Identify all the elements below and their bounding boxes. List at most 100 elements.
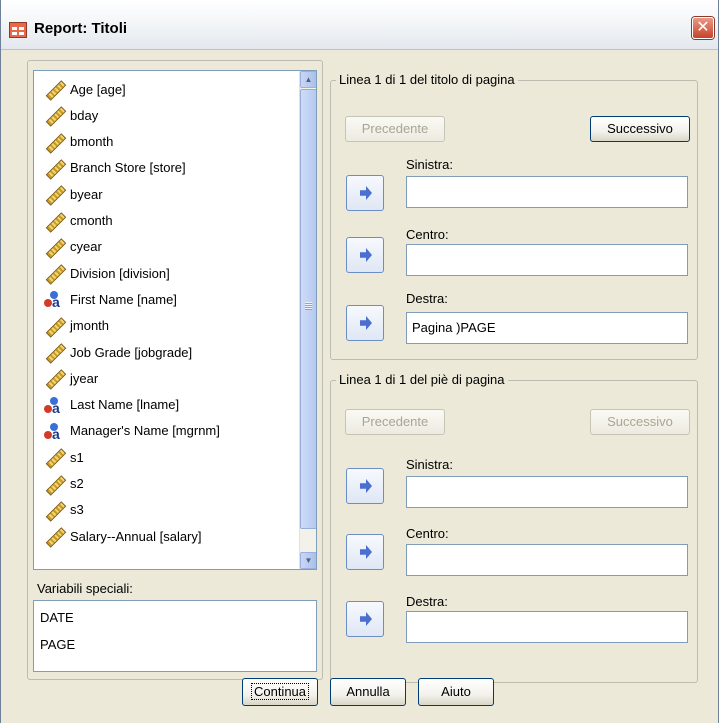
list-item-label: Age [age] bbox=[70, 81, 126, 97]
list-item-label: bmonth bbox=[70, 134, 114, 150]
list-item-label: Manager's Name [mgrnm] bbox=[70, 423, 220, 439]
arrow-right-icon bbox=[360, 248, 372, 262]
ruler-icon bbox=[44, 238, 64, 256]
title-center-field[interactable] bbox=[406, 244, 688, 276]
title-left-label: Sinistra: bbox=[406, 157, 453, 172]
continue-button[interactable]: Continua bbox=[242, 678, 318, 706]
nominal-icon bbox=[44, 396, 64, 416]
spss-table-icon bbox=[9, 22, 27, 38]
title-left-move-button[interactable] bbox=[346, 175, 384, 211]
footer-center-field[interactable] bbox=[406, 544, 688, 576]
dialog-window: Report: Titoli ✕ Age [age] bday bmonth Bran… bbox=[0, 0, 719, 723]
list-item[interactable]: s1 bbox=[44, 445, 294, 469]
list-item[interactable]: Salary--Annual [salary] bbox=[44, 524, 294, 548]
special-variables-list[interactable]: DATE PAGE bbox=[33, 600, 317, 672]
list-item[interactable]: First Name [name] bbox=[44, 287, 294, 311]
variable-list-scrollbar[interactable]: ▲ ▼ bbox=[299, 71, 316, 569]
title-bar[interactable]: Report: Titoli ✕ bbox=[1, 0, 718, 50]
title-next-button[interactable]: Successivo bbox=[590, 116, 690, 142]
list-item[interactable]: byear bbox=[44, 182, 294, 206]
footer-left-move-button[interactable] bbox=[346, 468, 384, 504]
list-item[interactable]: Division [division] bbox=[44, 261, 294, 285]
arrow-right-icon bbox=[360, 545, 372, 559]
title-center-move-button[interactable] bbox=[346, 237, 384, 273]
ruler-icon bbox=[44, 159, 64, 177]
footer-right-move-button[interactable] bbox=[346, 601, 384, 637]
ruler-icon bbox=[44, 448, 64, 466]
page-title-group-label: Linea 1 di 1 del titolo di pagina bbox=[336, 72, 518, 87]
list-item-label: jyear bbox=[70, 370, 99, 386]
ruler-icon bbox=[44, 501, 64, 519]
list-item-label: First Name [name] bbox=[70, 291, 177, 307]
list-item-label: cyear bbox=[70, 239, 102, 255]
footer-center-move-button[interactable] bbox=[346, 534, 384, 570]
list-item[interactable]: DATE bbox=[40, 610, 74, 625]
footer-group-label: Linea 1 di 1 del piè di pagina bbox=[336, 372, 508, 387]
list-item[interactable]: Manager's Name [mgrnm] bbox=[44, 419, 294, 443]
scroll-up-button[interactable]: ▲ bbox=[300, 71, 316, 88]
ruler-icon bbox=[44, 212, 64, 230]
window-title: Report: Titoli bbox=[34, 20, 128, 37]
list-item[interactable]: PAGE bbox=[40, 637, 75, 652]
list-item-label: s2 bbox=[70, 476, 84, 491]
arrow-right-icon bbox=[360, 186, 372, 200]
list-item[interactable]: bday bbox=[44, 103, 294, 127]
footer-next-button[interactable]: Successivo bbox=[590, 409, 690, 435]
ruler-icon bbox=[44, 80, 64, 98]
title-previous-button[interactable]: Precedente bbox=[345, 116, 445, 142]
title-right-field[interactable]: Pagina )PAGE bbox=[406, 312, 688, 344]
list-item[interactable]: Age [age] bbox=[44, 77, 294, 101]
list-item-label: Branch Store [store] bbox=[70, 160, 186, 176]
footer-previous-button[interactable]: Precedente bbox=[345, 409, 445, 435]
list-item-label: Last Name [lname] bbox=[70, 397, 180, 413]
help-button[interactable]: Aiuto bbox=[418, 678, 494, 706]
ruler-icon bbox=[44, 369, 64, 387]
scroll-down-button[interactable]: ▼ bbox=[300, 552, 316, 569]
list-item[interactable]: Last Name [lname] bbox=[44, 393, 294, 417]
nominal-icon bbox=[44, 422, 64, 442]
footer-left-field[interactable] bbox=[406, 476, 688, 508]
footer-left-label: Sinistra: bbox=[406, 457, 453, 472]
arrow-right-icon bbox=[360, 316, 372, 330]
list-item[interactable]: Branch Store [store] bbox=[44, 156, 294, 180]
ruler-icon bbox=[44, 343, 64, 361]
list-item[interactable]: cyear bbox=[44, 235, 294, 259]
footer-center-label: Centro: bbox=[406, 526, 449, 541]
list-item[interactable]: Job Grade [jobgrade] bbox=[44, 340, 294, 364]
footer-right-label: Destra: bbox=[406, 594, 448, 609]
list-item-label: s1 bbox=[70, 449, 84, 465]
special-variables-label: Variabili speciali: bbox=[37, 581, 133, 596]
footer-right-field[interactable] bbox=[406, 611, 688, 643]
ruler-icon bbox=[44, 264, 64, 282]
list-item[interactable]: jyear bbox=[44, 366, 294, 390]
ruler-icon bbox=[44, 527, 64, 545]
list-item[interactable]: s2 bbox=[44, 472, 294, 496]
close-button[interactable]: ✕ bbox=[692, 17, 714, 39]
title-right-move-button[interactable] bbox=[346, 305, 384, 341]
variable-list[interactable]: Age [age] bday bmonth Branch Store [store] b… bbox=[33, 70, 317, 570]
ruler-icon bbox=[44, 475, 64, 493]
title-left-field[interactable] bbox=[406, 176, 688, 208]
list-item-label: Salary--Annual [salary] bbox=[70, 528, 202, 544]
arrow-right-icon bbox=[360, 612, 372, 626]
list-item-label: jmonth bbox=[70, 318, 110, 334]
list-item-label: bday bbox=[70, 107, 99, 123]
nominal-icon bbox=[44, 290, 64, 310]
ruler-icon bbox=[44, 317, 64, 335]
scroll-thumb[interactable] bbox=[300, 89, 316, 529]
list-item[interactable]: cmonth bbox=[44, 209, 294, 233]
title-right-label: Destra: bbox=[406, 291, 448, 306]
list-item-label: Job Grade [jobgrade] bbox=[70, 344, 193, 360]
list-item-label: cmonth bbox=[70, 213, 113, 228]
ruler-icon bbox=[44, 185, 64, 203]
list-item[interactable]: s3 bbox=[44, 498, 294, 522]
arrow-right-icon bbox=[360, 479, 372, 493]
ruler-icon bbox=[44, 133, 64, 151]
list-item[interactable]: bmonth bbox=[44, 130, 294, 154]
cancel-button[interactable]: Annulla bbox=[330, 678, 406, 706]
list-item-label: s3 bbox=[70, 502, 84, 518]
title-center-label: Centro: bbox=[406, 227, 449, 242]
list-item-label: byear bbox=[70, 186, 103, 202]
list-item[interactable]: jmonth bbox=[44, 314, 294, 338]
list-item-label: Division [division] bbox=[70, 265, 170, 281]
